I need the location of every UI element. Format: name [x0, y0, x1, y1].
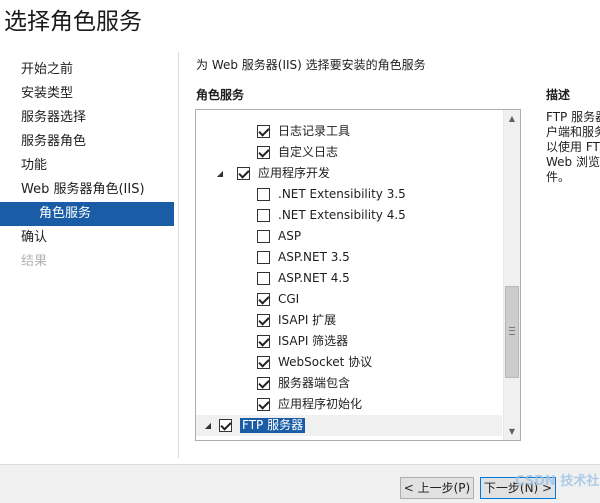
- tree-row-label: 服务器端包含: [278, 376, 351, 390]
- expand-arrow-icon[interactable]: ◢: [214, 163, 226, 184]
- tree-row[interactable]: 自定义日志: [196, 142, 502, 163]
- tree-row-label: WebSocket 协议: [278, 355, 373, 369]
- previous-button[interactable]: < 上一步(P): [400, 477, 474, 499]
- nav-item: 结果: [21, 254, 48, 269]
- checkbox-icon[interactable]: [219, 419, 232, 432]
- nav-item[interactable]: 服务器角色: [0, 130, 174, 154]
- checkbox-icon[interactable]: [257, 356, 270, 369]
- nav-item[interactable]: 角色服务: [0, 202, 174, 226]
- tree-row[interactable]: ◢ FTP 服务器: [196, 415, 502, 436]
- description-line: FTP 服务器: [546, 110, 600, 124]
- checkbox-icon[interactable]: [257, 125, 270, 138]
- description-header: 描述: [546, 88, 571, 102]
- description-line: 件。: [546, 170, 571, 184]
- tree-row[interactable]: .NET Extensibility 4.5: [196, 205, 502, 226]
- nav-item[interactable]: Web 服务器角色(IIS): [0, 178, 174, 202]
- tree-row[interactable]: .NET Extensibility 3.5: [196, 184, 502, 205]
- tree-row-label: FTP 服务器: [240, 418, 306, 433]
- tree-row-label: ISAPI 扩展: [278, 313, 337, 327]
- tree-row[interactable]: ASP.NET 4.5: [196, 268, 502, 289]
- role-services-header: 角色服务: [196, 88, 245, 102]
- scroll-thumb[interactable]: [505, 286, 519, 378]
- tree-row-label: ISAPI 筛选器: [278, 334, 349, 348]
- tree-row[interactable]: WebSocket 协议: [196, 352, 502, 373]
- tree-row[interactable]: 应用程序初始化: [196, 394, 502, 415]
- tree-row[interactable]: ISAPI 筛选器: [196, 331, 502, 352]
- checkbox-icon[interactable]: [257, 188, 270, 201]
- watermark: CSDN 技术社区: [515, 474, 600, 489]
- checkbox-icon[interactable]: [257, 272, 270, 285]
- tree-row-label: ASP.NET 4.5: [278, 271, 350, 285]
- checkbox-icon[interactable]: [257, 293, 270, 306]
- vertical-scrollbar[interactable]: ▲ ▼: [503, 110, 520, 440]
- tree-row-label: CGI: [278, 292, 300, 306]
- tree-row[interactable]: 日志记录工具: [196, 121, 502, 142]
- tree-row-label: .NET Extensibility 4.5: [278, 208, 406, 222]
- tree-row-label: ASP: [278, 229, 302, 243]
- nav-divider: [178, 52, 179, 458]
- tree-row-label: 日志记录工具: [278, 124, 351, 138]
- tree-row[interactable]: 服务器端包含: [196, 373, 502, 394]
- nav-item[interactable]: 确认: [0, 226, 174, 250]
- tree-row-label: ASP.NET 3.5: [278, 250, 350, 264]
- tree-row-label: .NET Extensibility 3.5: [278, 187, 406, 201]
- nav-item[interactable]: 功能: [0, 154, 174, 178]
- nav-item[interactable]: 开始之前: [0, 58, 174, 82]
- tree-row[interactable]: CGI: [196, 289, 502, 310]
- wizard-title: 选择角色服务: [4, 9, 142, 35]
- description-line: Web 浏览: [546, 155, 600, 169]
- wizard-nav: 开始之前 安装类型 服务器选择 服务器角色 功能 Web 服务器角色(IIS) 角色服务 确认…: [0, 58, 174, 274]
- checkbox-icon[interactable]: [257, 314, 270, 327]
- tree-row-label: 应用程序开发: [258, 166, 331, 180]
- scroll-down-icon[interactable]: ▼: [504, 423, 520, 440]
- tree-row[interactable]: ◢ 应用程序开发: [196, 163, 502, 184]
- expand-arrow-icon[interactable]: ◢: [202, 415, 214, 436]
- scroll-up-icon[interactable]: ▲: [504, 110, 520, 127]
- checkbox-icon[interactable]: [257, 209, 270, 222]
- grip-icon: [509, 327, 515, 335]
- checkbox-icon[interactable]: [257, 251, 270, 264]
- checkbox-icon[interactable]: [257, 146, 270, 159]
- description-line: 以使用 FT: [546, 140, 600, 154]
- tree-row-label: 自定义日志: [278, 145, 339, 159]
- tree-rows: 日志记录工具 自定义日志 ◢ 应用程序开发 .NET Extensibility 3.5…: [196, 121, 502, 436]
- checkbox-icon[interactable]: [257, 398, 270, 411]
- checkbox-icon[interactable]: [257, 377, 270, 390]
- role-services-tree[interactable]: 日志记录工具 自定义日志 ◢ 应用程序开发 .NET Extensibility 3.5…: [195, 109, 521, 441]
- nav-item[interactable]: 安装类型: [0, 82, 174, 106]
- tree-row[interactable]: ASP.NET 3.5: [196, 247, 502, 268]
- tree-row[interactable]: ASP: [196, 226, 502, 247]
- description-text: FTP 服务器户端和服务以使用 FTWeb 浏览件。: [546, 110, 600, 185]
- instruction-text: 为 Web 服务器(IIS) 选择要安装的角色服务: [196, 58, 426, 72]
- tree-row-label: 应用程序初始化: [278, 397, 363, 411]
- checkbox-icon[interactable]: [257, 335, 270, 348]
- wizard-footer: < 上一步(P) 下一步(N) >: [0, 464, 600, 503]
- description-line: 户端和服务: [546, 125, 600, 139]
- tree-row[interactable]: ISAPI 扩展: [196, 310, 502, 331]
- checkbox-icon[interactable]: [257, 230, 270, 243]
- checkbox-icon[interactable]: [237, 167, 250, 180]
- nav-item[interactable]: 服务器选择: [0, 106, 174, 130]
